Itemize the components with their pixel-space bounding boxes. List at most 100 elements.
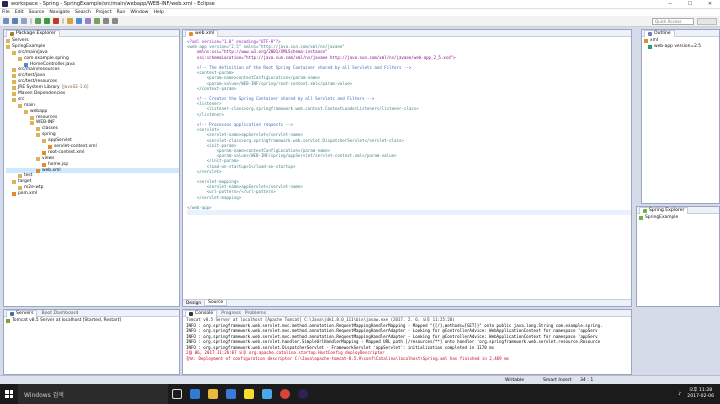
edge-icon[interactable] [186, 384, 204, 404]
task-view-icon[interactable] [168, 384, 186, 404]
code-line [187, 210, 631, 216]
package-icon [10, 31, 14, 36]
tree-item-label: pom.xml [18, 191, 38, 197]
file-icon [42, 162, 46, 167]
tab-label: Servers [16, 311, 34, 316]
quick-access-input[interactable]: Quick Access [652, 18, 694, 25]
source-editor[interactable]: <?xml version="1.0" encoding="UTF-8"?> <w… [183, 37, 631, 216]
tab-source[interactable]: Source [204, 300, 228, 306]
folder-icon [18, 56, 22, 61]
chrome-icon[interactable] [276, 384, 294, 404]
element-icon [648, 44, 652, 49]
spring-label: SpringExample [645, 215, 679, 220]
server-row[interactable]: Tomcat v8.5 Server at localhost [Started… [6, 318, 179, 324]
save-icon[interactable] [12, 18, 18, 24]
folder-icon [12, 91, 16, 96]
menu-search[interactable]: Search [75, 10, 91, 15]
server-icon[interactable] [53, 18, 59, 24]
server-label: Tomcat v8.5 Server at localhost [Started… [12, 318, 122, 323]
tab-servers[interactable]: Servers [6, 309, 38, 317]
eclipse-icon [2, 1, 8, 7]
folder-icon [6, 44, 10, 49]
menu-bar: File Edit Source Navigate Search Project… [0, 9, 720, 16]
editor-tabbar: web.xml [183, 29, 631, 37]
windows-taskbar: Windows 검색 ♪ 오후 11:28 2017-02-06 [0, 384, 720, 404]
menu-project[interactable]: Project [96, 10, 112, 15]
outline-panel: Outline xml web-app version=2.5 [641, 29, 720, 204]
clock-date: 2017-02-06 [687, 394, 714, 399]
maximize-button[interactable]: ☐ [680, 0, 700, 9]
menu-help[interactable]: Help [153, 10, 163, 15]
eclipse-taskbar-icon[interactable] [294, 384, 312, 404]
outline-tabbar: Outline [642, 29, 719, 37]
tab-problems[interactable]: Problems [245, 311, 266, 316]
xml-file-icon [189, 31, 193, 36]
outline-icon [648, 31, 652, 36]
servers-panel: Servers Boot Dashboard Tomcat v8.5 Serve… [3, 309, 180, 375]
start-button[interactable] [0, 384, 18, 404]
menu-run[interactable]: Run [117, 10, 126, 15]
outline-row[interactable]: web-app version=2.5 [644, 44, 719, 50]
servers-tabbar: Servers Boot Dashboard [4, 309, 179, 317]
back-icon[interactable] [103, 18, 109, 24]
store-icon[interactable] [222, 384, 240, 404]
tab-package-explorer[interactable]: Package Explorer [6, 29, 60, 37]
folder-icon [12, 97, 16, 102]
folder-icon [6, 38, 10, 43]
servers-icon [10, 311, 14, 316]
tab-boot-dashboard[interactable]: Boot Dashboard [41, 311, 78, 316]
new-icon[interactable] [3, 18, 9, 24]
main-toolbar [0, 16, 720, 27]
folder-icon [12, 180, 16, 185]
open-type-icon[interactable] [85, 18, 91, 24]
project-icon [639, 215, 643, 220]
close-button[interactable]: ✕ [700, 0, 720, 9]
tab-spring-explorer[interactable]: Spring Explorer [639, 206, 689, 214]
debug-icon[interactable] [35, 18, 41, 24]
tab-label: Spring Explorer [649, 208, 685, 213]
system-tray: ♪ 오후 11:28 2017-02-06 [678, 388, 720, 400]
folder-icon [36, 127, 40, 132]
tab-web-xml[interactable]: web.xml [185, 29, 219, 37]
perspective-switcher[interactable] [697, 18, 717, 25]
file-explorer-icon[interactable] [204, 384, 222, 404]
tab-design[interactable]: Design [183, 301, 204, 306]
menu-navigate[interactable]: Navigate [49, 10, 70, 15]
save-all-icon[interactable] [21, 18, 27, 24]
menu-window[interactable]: Window [130, 10, 148, 15]
new-class-icon[interactable] [76, 18, 82, 24]
console-line: 정보: Deployment of configuration descript… [186, 355, 510, 361]
tree-item-label: web.xml [42, 167, 61, 173]
run-icon[interactable] [44, 18, 50, 24]
status-writable: Writable [505, 377, 525, 383]
menu-file[interactable]: File [2, 10, 10, 15]
console-output[interactable]: INFO : org.springframework.web.servlet.m… [183, 323, 631, 362]
tab-console[interactable]: Console [185, 309, 218, 317]
console-line: INFO : org.springframework.web.servlet.h… [186, 339, 601, 344]
tab-progress[interactable]: Progress [221, 311, 241, 316]
window-title-bar: workspace - Spring - SpringExample/src/m… [0, 0, 720, 9]
tab-outline[interactable]: Outline [644, 29, 675, 37]
file-icon [42, 150, 46, 155]
clock[interactable]: 오후 11:28 2017-02-06 [687, 388, 714, 400]
menu-source[interactable]: Source [29, 10, 45, 15]
minimize-button[interactable]: ─ [660, 0, 680, 9]
package-explorer-tabbar: Package Explorer [4, 29, 179, 37]
browser-icon[interactable] [258, 384, 276, 404]
folder-icon [18, 186, 22, 191]
folder-icon [24, 109, 28, 114]
taskbar-search-input[interactable]: Windows 검색 [18, 384, 168, 404]
toolbar-separator [30, 18, 32, 24]
tomcat-icon [6, 318, 10, 323]
tree-item[interactable]: pom.xml [6, 191, 179, 197]
kakaotalk-icon[interactable] [240, 384, 258, 404]
forward-icon[interactable] [112, 18, 118, 24]
status-cursor-position: 34 : 1 [580, 377, 594, 383]
tree-item-decoration: [JavaSE-1.6] [61, 85, 89, 91]
spring-row[interactable]: SpringExample [639, 215, 719, 221]
search-icon[interactable] [94, 18, 100, 24]
volume-icon[interactable]: ♪ [678, 392, 681, 397]
new-package-icon[interactable] [67, 18, 73, 24]
folder-icon [12, 74, 16, 79]
menu-edit[interactable]: Edit [15, 10, 24, 15]
